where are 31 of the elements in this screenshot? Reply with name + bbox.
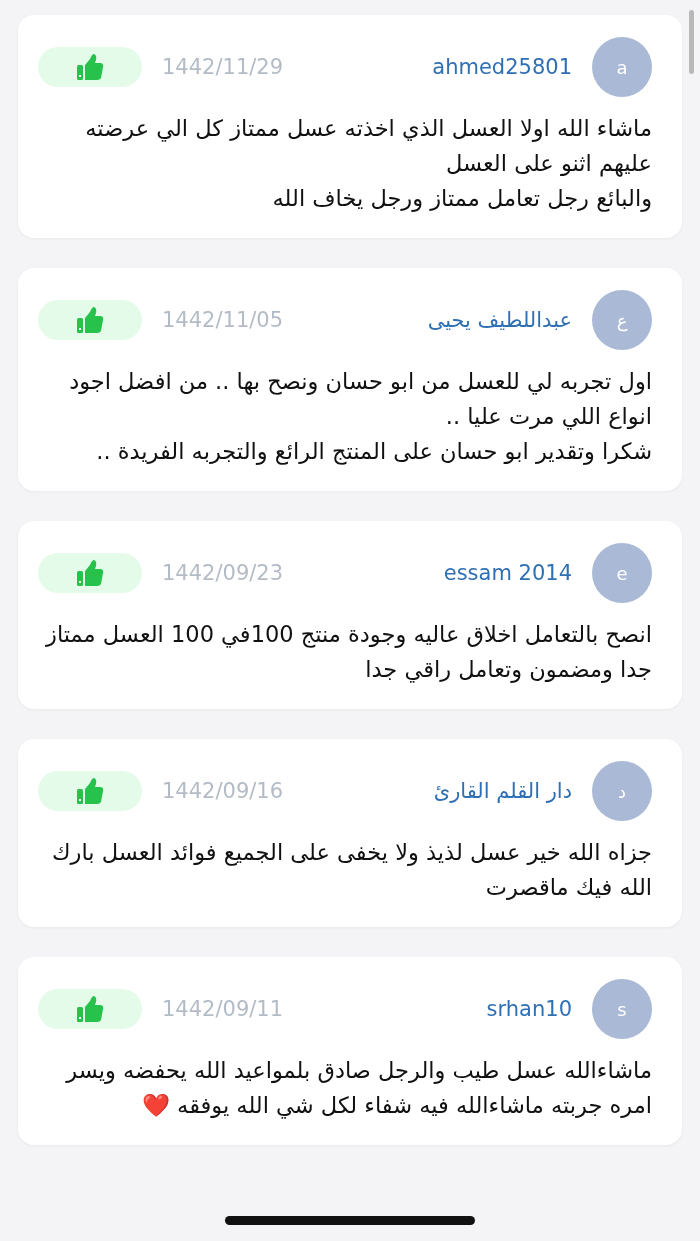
review-text: اول تجربه لي للعسل من ابو حسان ونصح بها .. من افضل اجود انواع اللي مرت عليا .. شكرا وتقدير ابو حسان على المنتج الرائع والتجربه الفريدة .. [68,367,652,467]
review-date: 1442/09/16 [162,779,284,803]
thumbs-up-icon [75,558,105,588]
like-button[interactable] [38,771,142,811]
like-button[interactable] [38,47,142,87]
username[interactable]: essam 2014 [443,561,572,585]
avatar: د [592,761,652,821]
review-date: 1442/09/11 [162,997,284,1021]
avatar: ع [592,290,652,350]
avatar: s [592,979,652,1039]
username[interactable]: ahmed25801 [432,55,572,79]
like-button[interactable] [38,300,142,340]
review-date: 1442/09/23 [162,561,284,585]
like-button[interactable] [38,553,142,593]
review-text: ماشاء الله اولا العسل الذي اخذته عسل ممتاز كل الي عرضته عليهم اثنو على العسل والبائع رجل تعامل ممتاز ورجل يخاف الله [84,114,652,214]
review-text: ماشاءالله عسل طيب والرجل صادق بلمواعيد الله يحفضه ويسر امره جربته ماشاءالله فيه شفاء لكل شي الله يوفقه ❤ [64,1056,652,1121]
avatar: e [592,543,652,603]
username[interactable]: عبداللطيف يحيى [427,308,572,332]
review-date: 1442/11/29 [162,55,284,79]
username[interactable]: دار القلم القارئ [433,779,572,803]
review-text: انصح بالتعامل اخلاق عاليه وجودة منتج 100في 100 العسل ممتاز جدا ومضمون وتعامل راقي جدا [44,620,652,685]
review-date: 1442/11/05 [162,308,284,332]
review-text: جزاه الله خير عسل لذيذ ولا يخفى على الجميع فوائد العسل بارك الله فيك ماقصرت [51,838,652,902]
scrollbar[interactable] [689,10,694,74]
thumbs-up-icon [75,994,105,1024]
thumbs-up-icon [75,776,105,806]
thumbs-up-icon [75,52,105,82]
like-button[interactable] [38,989,142,1029]
username[interactable]: srhan10 [486,997,572,1021]
avatar: a [592,37,652,97]
thumbs-up-icon [75,305,105,335]
